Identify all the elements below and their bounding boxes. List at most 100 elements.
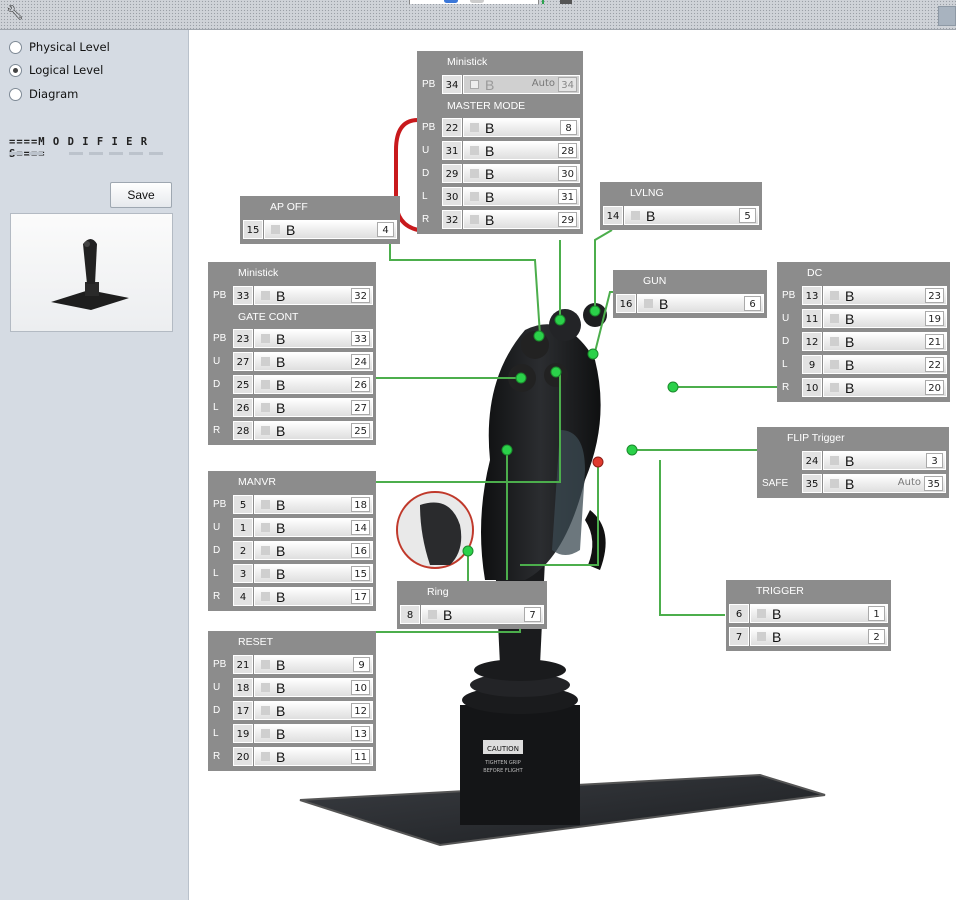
mapping-row[interactable]: 6B1 xyxy=(729,602,888,625)
checkbox-icon[interactable] xyxy=(757,632,766,641)
logical-button-number[interactable]: 32 xyxy=(351,288,370,303)
mapping-row[interactable]: 8B7 xyxy=(400,603,544,626)
checkbox-icon[interactable] xyxy=(261,500,270,509)
mapping-field[interactable]: B 13 xyxy=(254,724,373,743)
mapping-field[interactable]: B9 xyxy=(254,655,373,674)
checkbox-icon[interactable] xyxy=(757,609,766,618)
logical-button-number[interactable]: 31 xyxy=(558,189,577,204)
checkbox-icon[interactable] xyxy=(261,706,270,715)
mapping-row[interactable]: D 17 B 12 xyxy=(211,699,373,722)
checkbox-icon[interactable] xyxy=(470,146,479,155)
logical-button-number[interactable]: 12 xyxy=(351,703,370,718)
logical-button-number[interactable]: 10 xyxy=(351,680,370,695)
radio-diagram[interactable]: Diagram xyxy=(9,86,78,102)
mapping-row[interactable]: D 2 B 16 xyxy=(211,539,373,562)
radio-checked-icon[interactable] xyxy=(9,63,22,77)
checkbox-icon[interactable] xyxy=(830,479,839,488)
checkbox-icon[interactable] xyxy=(261,403,270,412)
mapping-field[interactable]: B 10 xyxy=(254,678,373,697)
mapping-field[interactable]: B Auto 35 xyxy=(823,474,946,493)
mapping-row[interactable]: PB 5 B 18 xyxy=(211,493,373,516)
mapping-field[interactable]: B 23 xyxy=(823,286,947,305)
radio-icon[interactable] xyxy=(9,40,22,54)
mapping-row[interactable]: 7B2 xyxy=(729,625,888,648)
mapping-row[interactable]: U 18 B 10 xyxy=(211,676,373,699)
checkbox-icon[interactable] xyxy=(631,211,640,220)
mapping-row[interactable]: L 3 B 15 xyxy=(211,562,373,585)
mapping-row[interactable]: L 19 B 13 xyxy=(211,722,373,745)
logical-button-number[interactable]: 13 xyxy=(351,726,370,741)
mapping-field[interactable]: B 20 xyxy=(823,378,947,397)
radio-icon[interactable] xyxy=(9,87,22,101)
mapping-field[interactable]: B 17 xyxy=(254,587,373,606)
checkbox-icon[interactable] xyxy=(261,546,270,555)
logical-button-number[interactable]: 28 xyxy=(558,143,577,158)
checkbox-icon[interactable] xyxy=(261,660,270,669)
mapping-field[interactable]: B 31 xyxy=(463,187,580,206)
mapping-row[interactable]: R 28 B 25 xyxy=(211,419,373,442)
mapping-row[interactable]: D 25 B 26 xyxy=(211,373,373,396)
mapping-row[interactable]: PB 22 B 8 xyxy=(420,116,580,139)
checkbox-icon[interactable] xyxy=(830,360,839,369)
checkbox-icon[interactable] xyxy=(261,334,270,343)
logical-button-number[interactable]: 6 xyxy=(744,296,761,311)
logical-button-number[interactable]: 27 xyxy=(351,400,370,415)
logical-button-number[interactable]: 2 xyxy=(868,629,885,644)
mapping-field[interactable]: B3 xyxy=(823,451,946,470)
mapping-row[interactable]: L 9 B 22 xyxy=(780,353,947,376)
mapping-field[interactable]: B 26 xyxy=(254,375,373,394)
mapping-row[interactable]: 14 B 5 xyxy=(603,204,759,227)
mapping-row[interactable]: R 10 B 20 xyxy=(780,376,947,399)
mapping-field[interactable]: B 15 xyxy=(254,564,373,583)
mapping-row[interactable]: SAFE 35 B Auto 35 xyxy=(760,472,946,495)
logical-button-number[interactable]: 7 xyxy=(524,607,541,622)
checkbox-icon[interactable] xyxy=(261,683,270,692)
checkbox-icon[interactable] xyxy=(428,610,437,619)
logical-button-number[interactable]: 16 xyxy=(351,543,370,558)
mapping-row[interactable]: R 32 B 29 xyxy=(420,208,580,231)
mapping-field[interactable]: B 29 xyxy=(463,210,580,229)
device-thumbnail[interactable] xyxy=(10,213,173,332)
mapping-row[interactable]: PB 21 B 9 xyxy=(211,653,373,676)
radio-physical-level[interactable]: Physical Level xyxy=(9,39,110,55)
mapping-field[interactable]: B6 xyxy=(637,294,764,313)
checkbox-icon[interactable] xyxy=(261,592,270,601)
modifier-slots[interactable] xyxy=(9,152,163,155)
checkbox-icon[interactable] xyxy=(261,291,270,300)
mapping-row[interactable]: 15 B 4 xyxy=(243,218,397,241)
checkbox-icon[interactable] xyxy=(830,314,839,323)
logical-button-number[interactable]: 4 xyxy=(377,222,394,237)
logical-button-number[interactable]: 23 xyxy=(925,288,944,303)
save-button[interactable]: Save xyxy=(110,182,172,208)
mapping-field[interactable]: B7 xyxy=(421,605,544,624)
radio-logical-level[interactable]: Logical Level xyxy=(9,62,103,78)
logical-button-number[interactable]: 15 xyxy=(351,566,370,581)
logical-button-number[interactable]: 26 xyxy=(351,377,370,392)
logical-button-number[interactable]: 5 xyxy=(739,208,756,223)
mapping-field[interactable]: B4 xyxy=(264,220,397,239)
mapping-field[interactable]: B2 xyxy=(750,627,888,646)
checkbox-icon[interactable] xyxy=(830,291,839,300)
logical-button-number[interactable]: 9 xyxy=(353,657,370,672)
logical-button-number[interactable]: 35 xyxy=(924,476,943,491)
mapping-field[interactable]: B 24 xyxy=(254,352,373,371)
checkbox-icon[interactable] xyxy=(470,80,479,89)
logical-button-number[interactable]: 29 xyxy=(558,212,577,227)
mapping-field[interactable]: B1 xyxy=(750,604,888,623)
mapping-row[interactable]: R 4 B 17 xyxy=(211,585,373,608)
mapping-field[interactable]: B 11 xyxy=(254,747,373,766)
checkbox-icon[interactable] xyxy=(261,426,270,435)
logical-button-number[interactable]: 34 xyxy=(558,77,577,92)
mapping-row[interactable]: U 1 B 14 xyxy=(211,516,373,539)
mapping-field[interactable]: B5 xyxy=(624,206,759,225)
mapping-row[interactable]: U 11 B 19 xyxy=(780,307,947,330)
mapping-field[interactable]: B 27 xyxy=(254,398,373,417)
checkbox-icon[interactable] xyxy=(470,123,479,132)
mapping-row[interactable]: D 12 B 21 xyxy=(780,330,947,353)
mapping-field[interactable]: B 21 xyxy=(823,332,947,351)
checkbox-icon[interactable] xyxy=(261,729,270,738)
checkbox-icon[interactable] xyxy=(470,192,479,201)
mapping-row[interactable]: L 30 B 31 xyxy=(420,185,580,208)
logical-button-number[interactable]: 3 xyxy=(926,453,943,468)
mapping-row[interactable]: D 29 B 30 xyxy=(420,162,580,185)
